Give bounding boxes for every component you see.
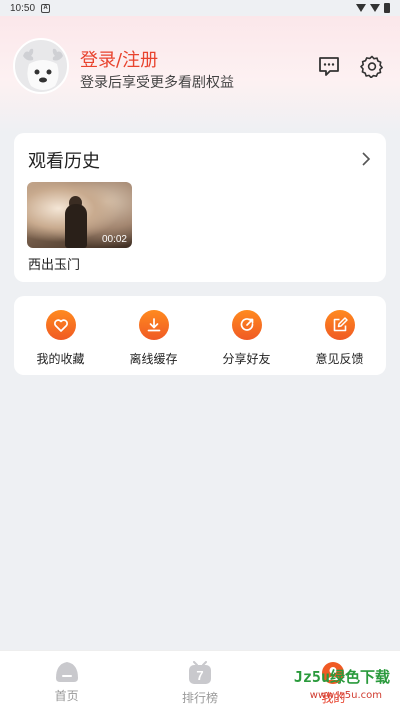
message-icon[interactable] [317,54,341,78]
favorites-label: 我的收藏 [36,352,85,366]
login-register-link[interactable]: 登录/注册 [80,46,158,72]
share-friends-label: 分享好友 [222,352,271,366]
status-time: 10:50 [10,2,36,14]
feedback-button[interactable]: 意见反馈 [293,296,386,375]
thumbnail-figure [65,204,87,248]
feedback-label: 意见反馈 [315,352,364,366]
share-icon [231,310,262,340]
wifi-icon [356,4,366,12]
profile-header: 登录/注册 登录后享受更多看剧权益 [0,16,400,133]
avatar[interactable] [13,38,69,94]
nav-home-label: 首页 [54,689,79,703]
nav-ranking-label: 排行榜 [181,691,218,705]
heart-icon [45,310,76,340]
watch-history-title: 观看历史 [28,151,100,172]
chevron-right-icon[interactable] [360,151,372,167]
login-subtitle: 登录后享受更多看剧权益 [80,75,234,91]
history-item-title[interactable]: 西出玉门 [28,254,80,273]
favorites-button[interactable]: 我的收藏 [14,296,107,375]
ranking-icon: 7 [188,661,211,684]
video-duration: 00:02 [101,234,127,245]
edit-icon [324,310,355,340]
moose-avatar-icon [23,48,63,90]
quick-actions-card: 我的收藏 离线缓存 分享好友 意见反馈 [14,296,386,375]
home-icon [55,662,78,682]
share-friends-button[interactable]: 分享好友 [200,296,293,375]
offline-cache-label: 离线缓存 [129,352,178,366]
download-icon [138,310,169,340]
gear-icon[interactable] [360,54,384,79]
ranking-badge-number: 7 [196,668,203,683]
status-bar: 10:50 A [0,0,400,16]
nav-home[interactable]: 首页 [0,651,133,710]
watermark-url: www.Jz5u.com [309,690,382,701]
nav-ranking[interactable]: 7 排行榜 [133,651,266,710]
offline-cache-button[interactable]: 离线缓存 [107,296,200,375]
watermark-logo-text: Jz5u绿色下载 [293,668,390,686]
history-thumbnail[interactable]: 00:02 [27,182,132,248]
notification-icon: A [41,3,51,13]
battery-icon [384,3,390,13]
watch-history-card: 观看历史 00:02 西出玉门 [14,133,386,282]
signal-icon [370,4,380,12]
